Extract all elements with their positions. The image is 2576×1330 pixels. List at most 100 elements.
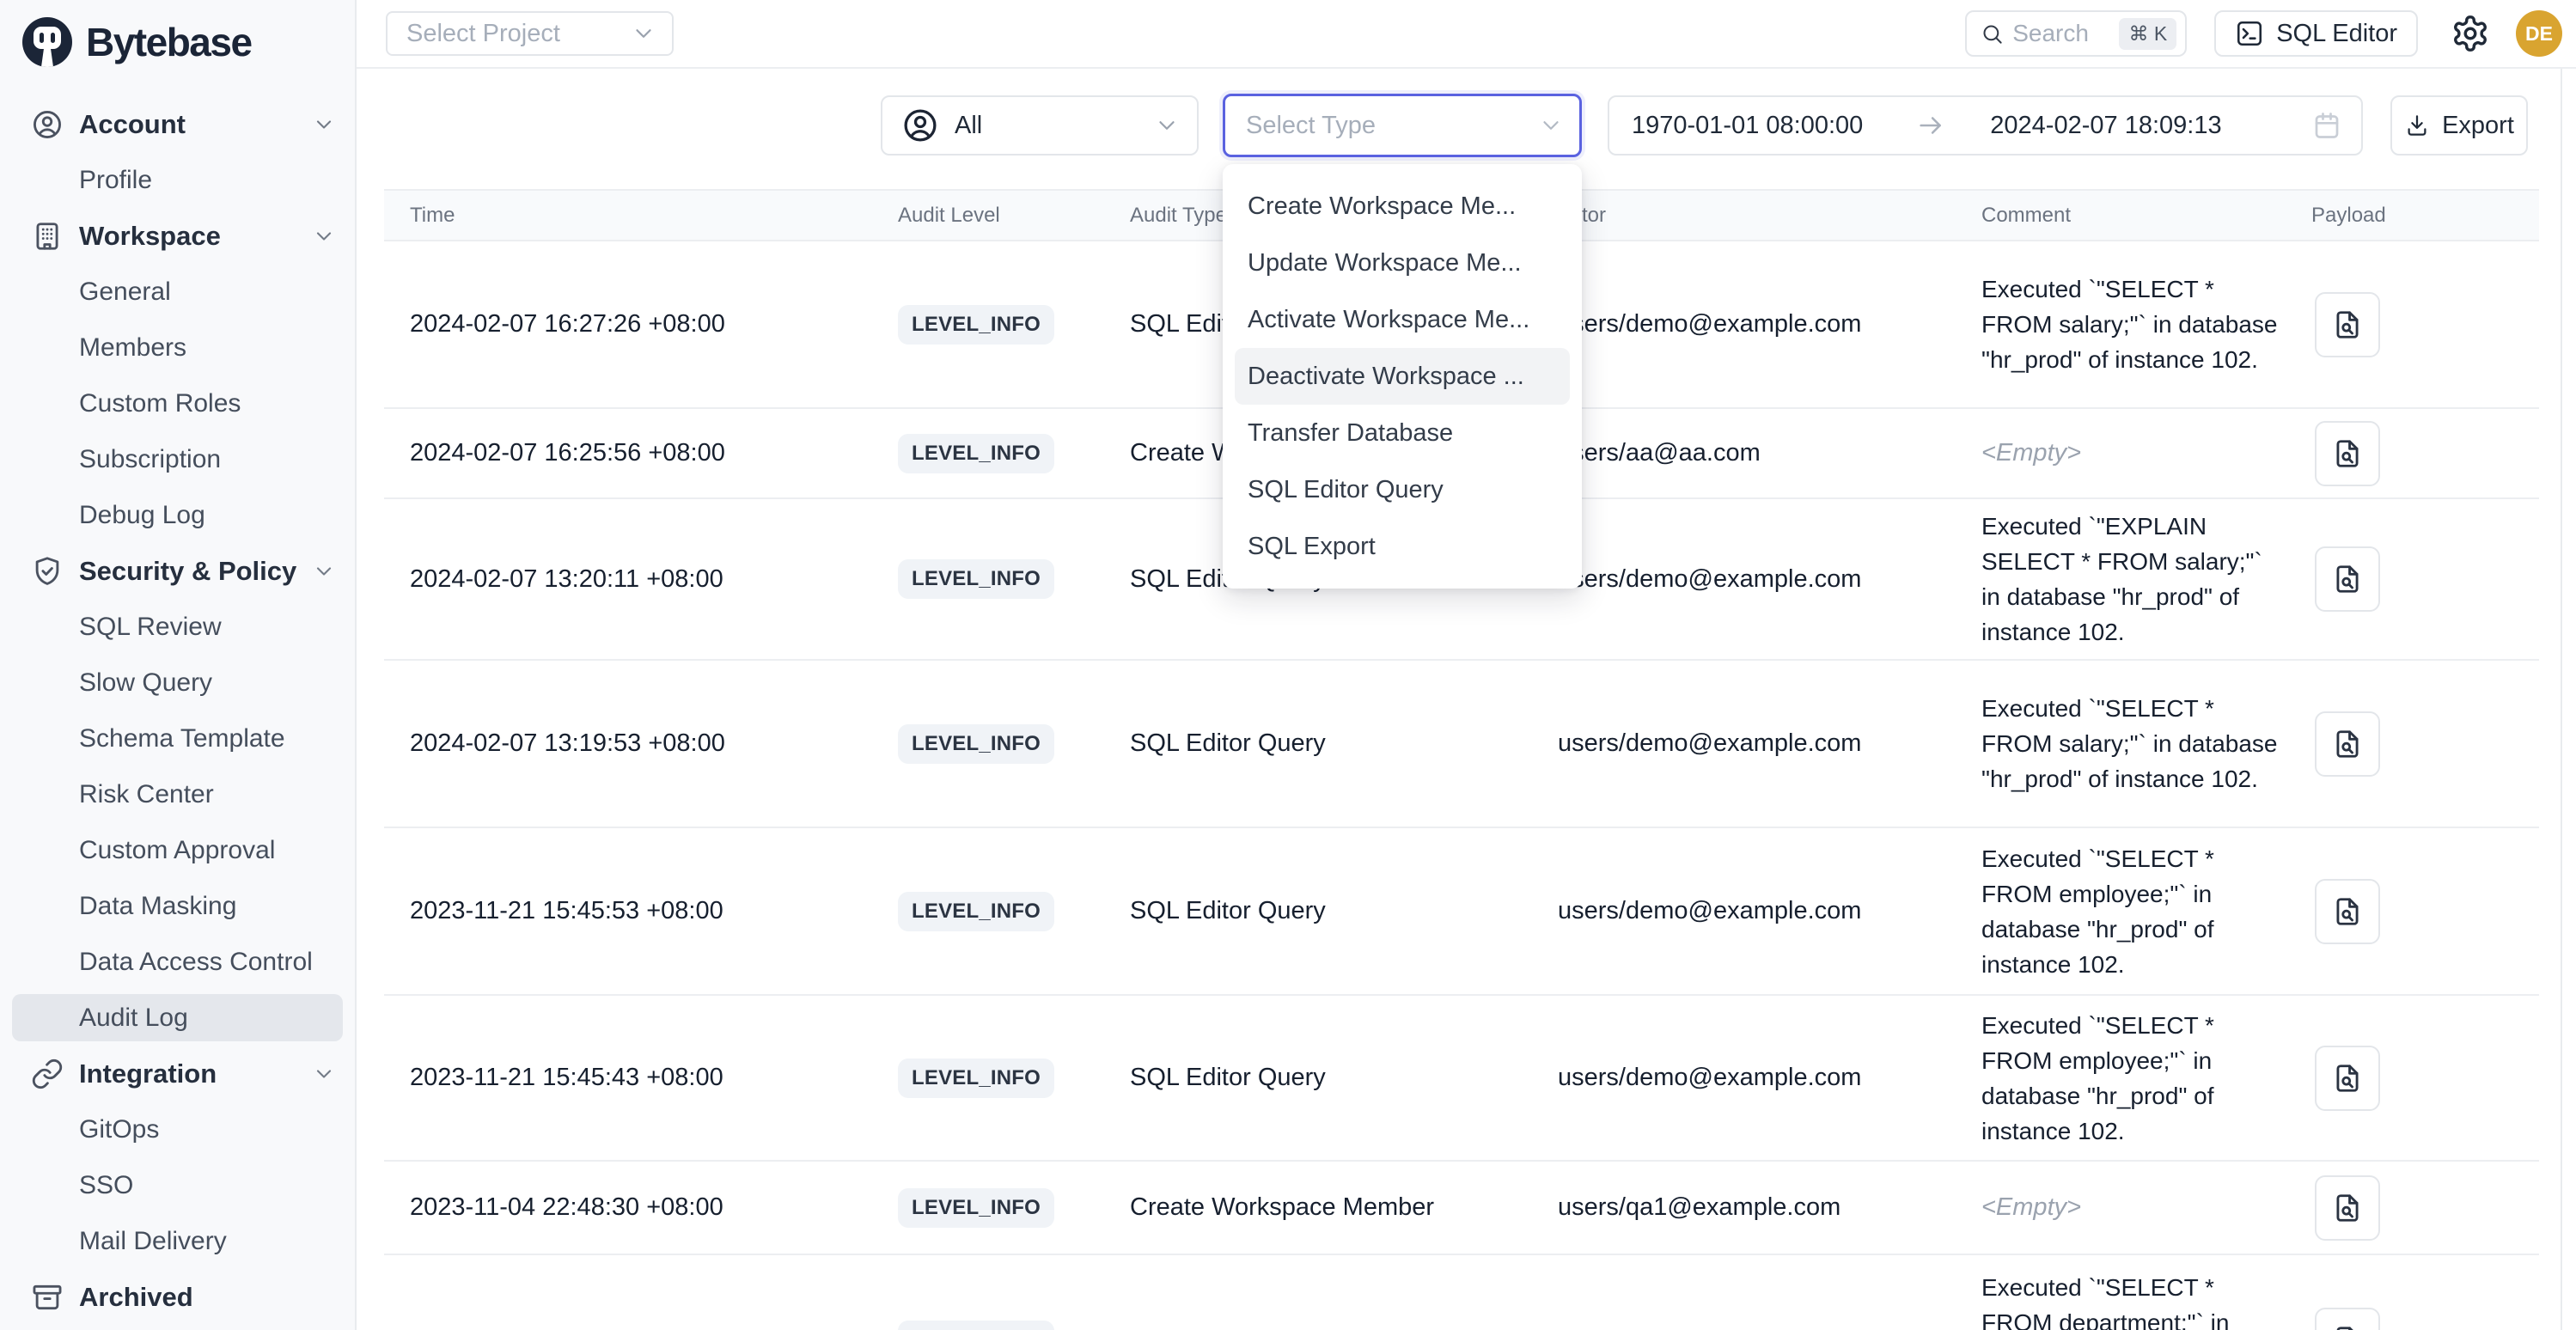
sidebar-item-sql-review[interactable]: SQL Review (0, 599, 355, 655)
link-icon (31, 1058, 64, 1090)
cell-comment: <Empty> (1981, 436, 2284, 471)
type-filter-placeholder: Select Type (1246, 112, 1376, 140)
sidebar-item-label: Account (79, 109, 186, 140)
sidebar-item-risk-center[interactable]: Risk Center (0, 766, 355, 822)
sidebar-item-integration[interactable]: Integration (0, 1046, 355, 1101)
dropdown-option-update-workspace-me[interactable]: Update Workspace Me... (1235, 235, 1570, 291)
sidebar-item-security-policy[interactable]: Security & Policy (0, 543, 355, 599)
sidebar-item-label: Schema Template (79, 724, 285, 753)
sidebar-item-slow-query[interactable]: Slow Query (0, 655, 355, 711)
payload-view-button[interactable] (2315, 879, 2380, 944)
chevron-down-icon (631, 21, 656, 46)
sidebar-item-archived[interactable]: Archived (0, 1269, 355, 1325)
chevron-down-icon (1538, 113, 1564, 138)
chevron-down-icon (312, 559, 336, 583)
date-from-value: 1970-01-01 08:00:00 (1632, 112, 1863, 140)
file-search-icon (2331, 895, 2364, 928)
cell-payload (2311, 1175, 2539, 1241)
dropdown-option-deactivate-workspace[interactable]: Deactivate Workspace ... (1235, 348, 1570, 405)
payload-view-button[interactable] (2315, 1046, 2380, 1111)
sidebar-item-subscription[interactable]: Subscription (0, 431, 355, 487)
search-input[interactable] (2012, 20, 2110, 47)
sidebar-item-data-masking[interactable]: Data Masking (0, 878, 355, 934)
cell-audit-level: LEVEL_INFO (898, 724, 1130, 764)
cell-time: 2024-02-07 13:20:11 +08:00 (384, 565, 898, 594)
payload-view-button[interactable] (2315, 711, 2380, 777)
date-range-picker[interactable]: 1970-01-01 08:00:00 2024-02-07 18:09:13 (1608, 95, 2363, 156)
table-row: 2024-02-07 13:19:53 +08:00LEVEL_INFOSQL … (384, 661, 2539, 828)
cell-payload (2311, 879, 2539, 944)
actor-filter-select[interactable]: All (881, 95, 1199, 156)
file-search-icon (2331, 1192, 2364, 1224)
building-icon (31, 220, 64, 253)
search-shortcut-badge: ⌘ K (2119, 18, 2176, 50)
date-to-value: 2024-02-07 18:09:13 (1990, 112, 2221, 140)
file-search-icon (2331, 728, 2364, 760)
sql-editor-button[interactable]: SQL Editor (2214, 10, 2418, 57)
dropdown-option-transfer-database[interactable]: Transfer Database (1235, 405, 1570, 461)
sidebar-item-general[interactable]: General (0, 264, 355, 320)
sidebar-item-mail-delivery[interactable]: Mail Delivery (0, 1213, 355, 1269)
level-badge: LEVEL_INFO (898, 724, 1054, 764)
sidebar-item-label: SSO (79, 1171, 133, 1200)
type-filter-select[interactable]: Select Type (1223, 94, 1582, 157)
level-badge: LEVEL_INFO (898, 1188, 1054, 1228)
cell-actor: users/demo@example.com (1558, 565, 1981, 594)
cell-time: 2024-02-07 16:25:56 +08:00 (384, 439, 898, 467)
cell-comment: Executed `"SELECT * FROM salary;"` in da… (1981, 271, 2284, 377)
cell-audit-level: LEVEL_INFO (898, 892, 1130, 931)
column-header-time: Time (384, 204, 898, 228)
chevron-down-icon (312, 224, 336, 248)
cell-audit-level: LEVEL_INFO (898, 1188, 1130, 1228)
level-badge: LEVEL_INFO (898, 892, 1054, 931)
sidebar-item-debug-log[interactable]: Debug Log (0, 487, 355, 543)
chevron-down-icon (312, 1062, 336, 1086)
cell-audit-type: SQL Editor Query (1130, 729, 1558, 758)
dropdown-option-create-workspace-me[interactable]: Create Workspace Me... (1235, 178, 1570, 235)
payload-view-button[interactable] (2315, 292, 2380, 357)
gear-icon[interactable] (2451, 14, 2490, 53)
sidebar-item-custom-approval[interactable]: Custom Approval (0, 822, 355, 878)
payload-view-button[interactable] (2315, 421, 2380, 486)
payload-view-button[interactable] (2315, 546, 2380, 612)
sidebar-item-workspace[interactable]: Workspace (0, 208, 355, 264)
dropdown-option-activate-workspace-me[interactable]: Activate Workspace Me... (1235, 291, 1570, 348)
table-row: 2023-11-21 15:45:43 +08:00LEVEL_INFOSQL … (384, 996, 2539, 1162)
cell-payload (2311, 546, 2539, 612)
sidebar-item-label: Profile (79, 166, 152, 195)
cell-audit-level: LEVEL_INFO (898, 1321, 1130, 1330)
cell-comment: <Empty> (1981, 1190, 2284, 1225)
sidebar-item-members[interactable]: Members (0, 320, 355, 375)
level-badge: LEVEL_INFO (898, 1059, 1054, 1098)
sidebar-item-audit-log[interactable]: Audit Log (0, 990, 355, 1046)
search-icon (1981, 22, 2004, 46)
terminal-icon (2235, 19, 2264, 48)
cell-comment: Executed `"SELECT * FROM employee;"` in … (1981, 1008, 2284, 1149)
column-header-payload: Payload (2311, 204, 2539, 228)
sidebar-item-label: Risk Center (79, 780, 214, 809)
cell-payload (2311, 1308, 2539, 1330)
sidebar-item-data-access-control[interactable]: Data Access Control (0, 934, 355, 990)
export-label: Export (2442, 112, 2514, 140)
sidebar-item-schema-template[interactable]: Schema Template (0, 711, 355, 766)
cell-payload (2311, 1046, 2539, 1111)
export-button[interactable]: Export (2390, 95, 2528, 156)
project-select[interactable]: Select Project (386, 11, 674, 56)
sidebar-item-account[interactable]: Account (0, 96, 355, 152)
payload-view-button[interactable] (2315, 1175, 2380, 1241)
sidebar-item-profile[interactable]: Profile (0, 152, 355, 208)
sidebar-item-custom-roles[interactable]: Custom Roles (0, 375, 355, 431)
sidebar-item-label: Audit Log (79, 1004, 188, 1033)
table-row: 2023-11-04 22:48:30 +08:00LEVEL_INFOCrea… (384, 1162, 2539, 1255)
dropdown-option-sql-export[interactable]: SQL Export (1235, 518, 1570, 575)
cell-audit-level: LEVEL_INFO (898, 305, 1130, 345)
cell-actor: users/demo@example.com (1558, 1327, 1981, 1330)
search-box[interactable]: ⌘ K (1965, 10, 2187, 57)
archive-icon (31, 1281, 64, 1314)
dropdown-option-sql-editor-query[interactable]: SQL Editor Query (1235, 461, 1570, 518)
sidebar-item-gitops[interactable]: GitOps (0, 1101, 355, 1157)
payload-view-button[interactable] (2315, 1308, 2380, 1330)
cell-audit-type: SQL Editor Query (1130, 1064, 1558, 1092)
avatar[interactable]: DE (2516, 10, 2562, 57)
sidebar-item-sso[interactable]: SSO (0, 1157, 355, 1213)
